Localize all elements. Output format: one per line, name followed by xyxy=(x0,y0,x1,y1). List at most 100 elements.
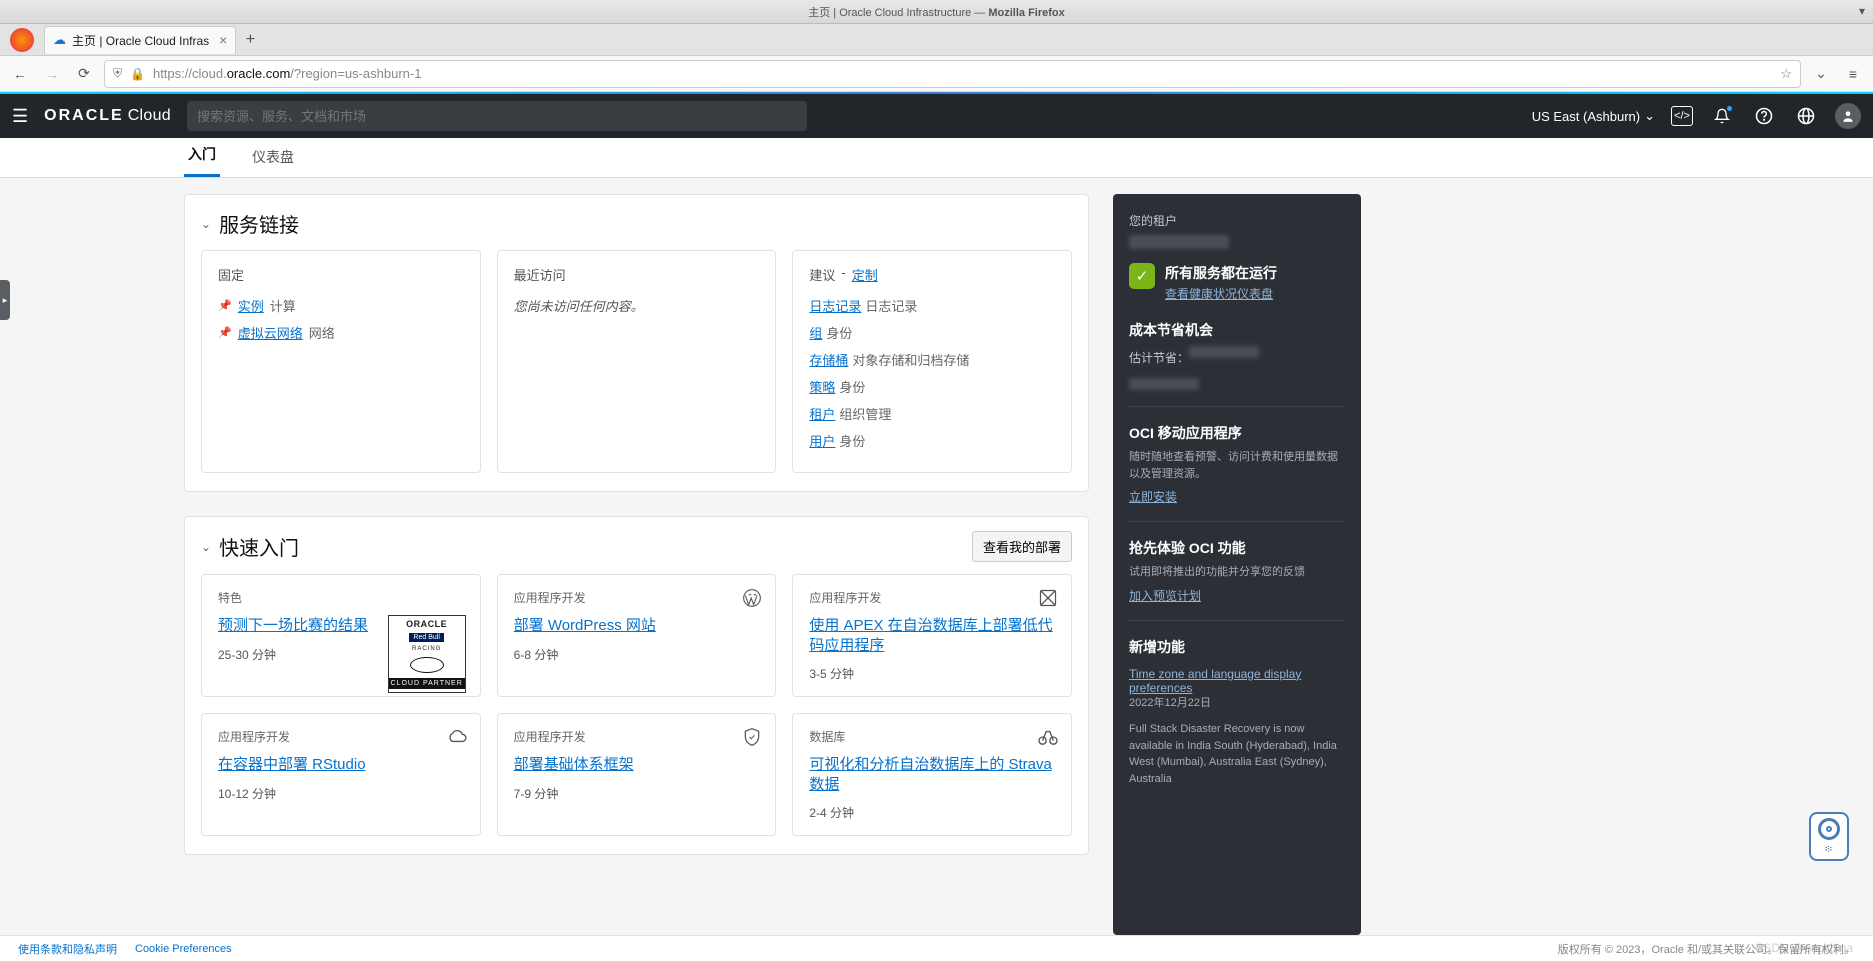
tile-category: 数据库 xyxy=(809,728,1055,745)
tenant-panel: 您的租户 ✓ 所有服务都在运行 查看健康状况仪表盘 成本节省机会 估计节省： O… xyxy=(1113,194,1361,935)
tab-dashboard[interactable]: 仪表盘 xyxy=(248,137,298,177)
search-input[interactable] xyxy=(187,101,807,131)
window-menu-icon[interactable]: ▾ xyxy=(1859,4,1865,18)
profile-avatar-icon[interactable] xyxy=(1835,103,1861,129)
oci-header: ☰ ORACLECloud US East (Ashburn) ⌄ </> xyxy=(0,94,1873,138)
browser-tab-strip: ☁ 主页 | Oracle Cloud Infras × + xyxy=(0,24,1873,56)
install-link[interactable]: 立即安装 xyxy=(1129,488,1177,505)
tile-title[interactable]: 使用 APEX 在自治数据库上部署低代码应用程序 xyxy=(809,616,1055,655)
cookie-preferences-link[interactable]: Cookie Preferences xyxy=(135,943,232,955)
recent-card: 最近访问 您尚未访问任何内容。 xyxy=(497,250,777,473)
advice-link[interactable]: 用户 xyxy=(809,434,835,449)
tile-time: 2-4 分钟 xyxy=(809,804,1055,821)
quick-tile[interactable]: 应用程序开发 部署 WordPress 网站 6-8 分钟 xyxy=(497,574,777,697)
divider xyxy=(1129,620,1345,621)
bike-icon xyxy=(1037,726,1059,748)
quick-tile[interactable]: 应用程序开发 在容器中部署 RStudio 10-12 分钟 xyxy=(201,713,481,836)
tab-close-icon[interactable]: × xyxy=(219,32,227,48)
floating-help-button[interactable]: ፨ xyxy=(1809,812,1849,861)
news-body: Full Stack Disaster Recovery is now avai… xyxy=(1129,721,1345,787)
lock-icon[interactable]: 🔒 xyxy=(130,67,145,81)
app-menu-icon[interactable]: ≡ xyxy=(1841,62,1865,86)
quick-tile[interactable]: 特色 预测下一场比赛的结果 25-30 分钟 ORACLE Red Bull R… xyxy=(201,574,481,697)
preview-link[interactable]: 加入预览计划 xyxy=(1129,587,1201,604)
tile-title[interactable]: 部署 WordPress 网站 xyxy=(514,616,760,636)
tile-title[interactable]: 在容器中部署 RStudio xyxy=(218,755,464,775)
divider xyxy=(1129,406,1345,407)
advice-link[interactable]: 存储桶 xyxy=(809,353,848,368)
browser-tab[interactable]: ☁ 主页 | Oracle Cloud Infras × xyxy=(44,26,236,54)
bookmark-star-icon[interactable]: ☆ xyxy=(1780,66,1792,82)
quick-tile[interactable]: 应用程序开发 部署基础体系框架 7-9 分钟 xyxy=(497,713,777,836)
region-selector[interactable]: US East (Ashburn) ⌄ xyxy=(1532,108,1655,124)
advice-card: 建议 - 定制 日志记录日志记录 组身份 存储桶对象存储和归档存储 策略身份 租… xyxy=(792,250,1072,473)
divider xyxy=(1129,521,1345,522)
empty-message: 您尚未访问任何内容。 xyxy=(514,296,760,315)
help-icon[interactable] xyxy=(1751,103,1777,129)
globe-icon[interactable] xyxy=(1793,103,1819,129)
advice-link[interactable]: 日志记录 xyxy=(809,299,861,314)
forward-button: → xyxy=(40,62,64,86)
cloud-icon xyxy=(446,726,468,748)
customize-link[interactable]: 定制 xyxy=(852,265,878,284)
quick-tile[interactable]: 应用程序开发 使用 APEX 在自治数据库上部署低代码应用程序 3-5 分钟 xyxy=(792,574,1072,697)
advice-link[interactable]: 租户 xyxy=(809,407,835,422)
redbull-badge-icon: ORACLE Red Bull RACING CLOUD PARTNER xyxy=(388,615,466,693)
status-ok-icon: ✓ xyxy=(1129,263,1155,289)
tile-title[interactable]: 可视化和分析自治数据库上的 Strava 数据 xyxy=(809,755,1055,794)
tile-time: 3-5 分钟 xyxy=(809,665,1055,682)
service-links-section: ⌄ 服务链接 固定 📌 实例 计算 📌 虚拟云网络 网络 xyxy=(184,194,1089,492)
preview-desc: 试用即将推出的功能并分享您的反馈 xyxy=(1129,564,1345,581)
chevron-down-icon[interactable]: ⌄ xyxy=(201,217,211,231)
shield-check-icon xyxy=(741,726,763,748)
cost-title: 成本节省机会 xyxy=(1129,320,1345,340)
pinned-item[interactable]: 📌 实例 计算 xyxy=(218,296,464,315)
mobile-title: OCI 移动应用程序 xyxy=(1129,423,1345,443)
preview-title: 抢先体验 OCI 功能 xyxy=(1129,538,1345,558)
pinned-link[interactable]: 实例 xyxy=(238,296,264,315)
advice-item: 策略身份 xyxy=(809,377,1055,396)
pocket-icon[interactable]: ⌄ xyxy=(1809,62,1833,86)
cost-estimate: 估计节省： xyxy=(1129,346,1345,372)
card-title: 建议 xyxy=(809,265,835,284)
quick-tile[interactable]: 数据库 可视化和分析自治数据库上的 Strava 数据 2-4 分钟 xyxy=(792,713,1072,836)
back-button[interactable]: ← xyxy=(8,62,32,86)
new-tab-button[interactable]: + xyxy=(236,26,264,54)
advice-link[interactable]: 组 xyxy=(809,326,822,341)
apex-icon xyxy=(1037,587,1059,609)
nav-menu-icon[interactable]: ☰ xyxy=(12,106,28,127)
cloud-icon: ☁ xyxy=(53,32,66,48)
tile-title[interactable]: 部署基础体系框架 xyxy=(514,755,760,775)
shield-icon[interactable]: ⛨ xyxy=(113,66,122,81)
dev-tools-icon[interactable]: </> xyxy=(1671,106,1693,126)
url-bar[interactable]: ⛨ 🔒 https://cloud.oracle.com/?region=us-… xyxy=(104,60,1801,88)
left-drawer-handle[interactable]: ▸ xyxy=(0,280,10,320)
wordpress-icon xyxy=(741,587,763,609)
page-body: ⌄ 服务链接 固定 📌 实例 计算 📌 虚拟云网络 网络 xyxy=(0,178,1873,935)
pinned-link[interactable]: 虚拟云网络 xyxy=(238,323,303,342)
tile-category: 应用程序开发 xyxy=(514,728,760,745)
pinned-item[interactable]: 📌 虚拟云网络 网络 xyxy=(218,323,464,342)
pinned-card: 固定 📌 实例 计算 📌 虚拟云网络 网络 xyxy=(201,250,481,473)
view-deployments-button[interactable]: 查看我的部署 xyxy=(972,531,1072,562)
reload-button[interactable]: ⟳ xyxy=(72,62,96,86)
news-title: 新增功能 xyxy=(1129,637,1345,657)
tile-category: 应用程序开发 xyxy=(809,589,1055,606)
advice-link[interactable]: 策略 xyxy=(809,380,835,395)
news-item-link[interactable]: Time zone and language display preferenc… xyxy=(1129,667,1345,695)
redacted-text xyxy=(1129,235,1229,249)
advice-item: 存储桶对象存储和归档存储 xyxy=(809,350,1055,369)
tenant-label: 您的租户 xyxy=(1129,212,1345,229)
redacted-text xyxy=(1189,346,1259,358)
card-title: 固定 xyxy=(218,265,464,284)
terms-link[interactable]: 使用条款和隐私声明 xyxy=(18,941,117,957)
status-title: 所有服务都在运行 xyxy=(1165,263,1277,283)
chevron-down-icon[interactable]: ⌄ xyxy=(201,540,211,554)
bell-icon[interactable] xyxy=(1709,103,1735,129)
oracle-cloud-logo[interactable]: ORACLECloud xyxy=(44,107,171,125)
status-link[interactable]: 查看健康状况仪表盘 xyxy=(1165,287,1273,301)
url-text: https://cloud.oracle.com/?region=us-ashb… xyxy=(153,66,1772,81)
tab-getting-started[interactable]: 入门 xyxy=(184,134,220,177)
tile-time: 6-8 分钟 xyxy=(514,646,760,663)
dots-icon: ፨ xyxy=(1825,844,1833,855)
